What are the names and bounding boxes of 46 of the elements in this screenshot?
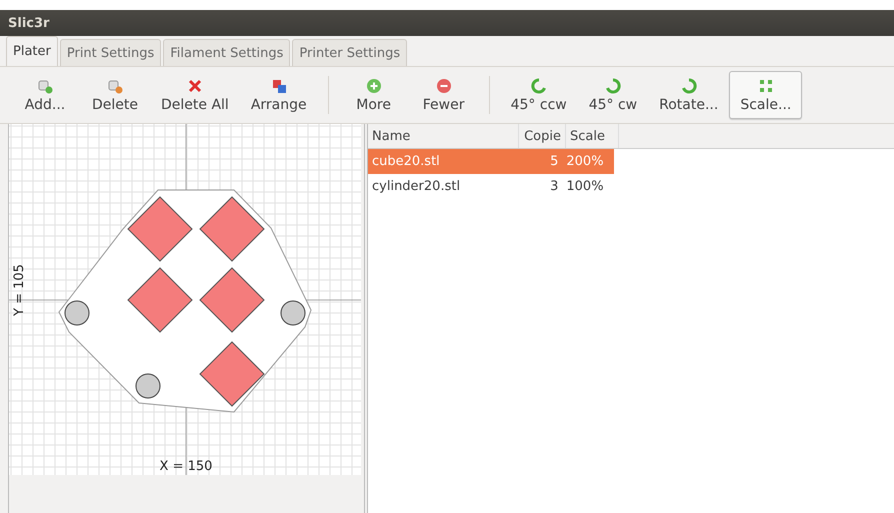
cylinder-object[interactable] [280,300,306,326]
cube-object[interactable] [199,341,265,407]
table-row[interactable]: cylinder20.stl 3 100% [368,174,614,199]
toolbar-button[interactable]: Delete [80,71,150,119]
x-axis-label: X = 150 [160,459,212,474]
cylinder-object[interactable] [136,374,160,398]
column-header[interactable]: Name [368,124,519,148]
toolbar-button[interactable]: Scale... [729,71,802,119]
table-cell-text: 200% [565,154,605,169]
table-cell-text: cube20.stl [371,154,441,169]
toolbar-button[interactable]: 45° ccw [500,71,578,119]
plus-icon [366,78,382,94]
rotate-right-icon [680,78,697,94]
tab[interactable]: Printer Settings [292,39,408,66]
cylinder-object[interactable] [64,300,90,326]
cube-object[interactable] [127,196,193,262]
expand-icon [758,78,774,94]
toolbar-button[interactable]: More [338,71,409,119]
column-header[interactable]: Copie [519,124,566,148]
minus-icon [436,78,452,94]
cubes-icon [270,78,287,94]
rotate-right-icon [604,78,621,94]
column-header[interactable]: Scale [566,124,619,148]
rotate-left-icon [530,78,547,94]
table-cell-text: 3 [549,179,560,194]
toolbar-button[interactable]: Add... [10,71,80,119]
toolbar-button[interactable]: Rotate... [648,71,730,119]
tab[interactable]: Print Settings [60,39,162,66]
toolbar-button[interactable]: Delete All [150,71,240,119]
remove-object-icon [107,78,123,94]
table-cell-text: cylinder20.stl [371,179,462,194]
close-icon [186,78,203,94]
table-cell-text: 5 [549,154,560,169]
cube-object[interactable] [199,267,265,333]
y-axis-label: Y = 105 [12,264,27,316]
window-title: Slic3r [8,16,50,30]
toolbar-button[interactable]: 45° cw [578,71,648,119]
tab[interactable]: Plater [6,36,58,66]
toolbar-button[interactable]: Arrange [240,71,318,119]
toolbar-button[interactable]: Fewer [408,71,479,119]
table-cell-text: 100% [565,179,605,194]
cube-object[interactable] [199,196,265,262]
tab[interactable]: Filament Settings [163,39,290,66]
print-bed-canvas[interactable]: X = 150 Y = 105 [9,124,361,475]
cube-object[interactable] [127,267,193,333]
add-object-icon [37,78,53,94]
